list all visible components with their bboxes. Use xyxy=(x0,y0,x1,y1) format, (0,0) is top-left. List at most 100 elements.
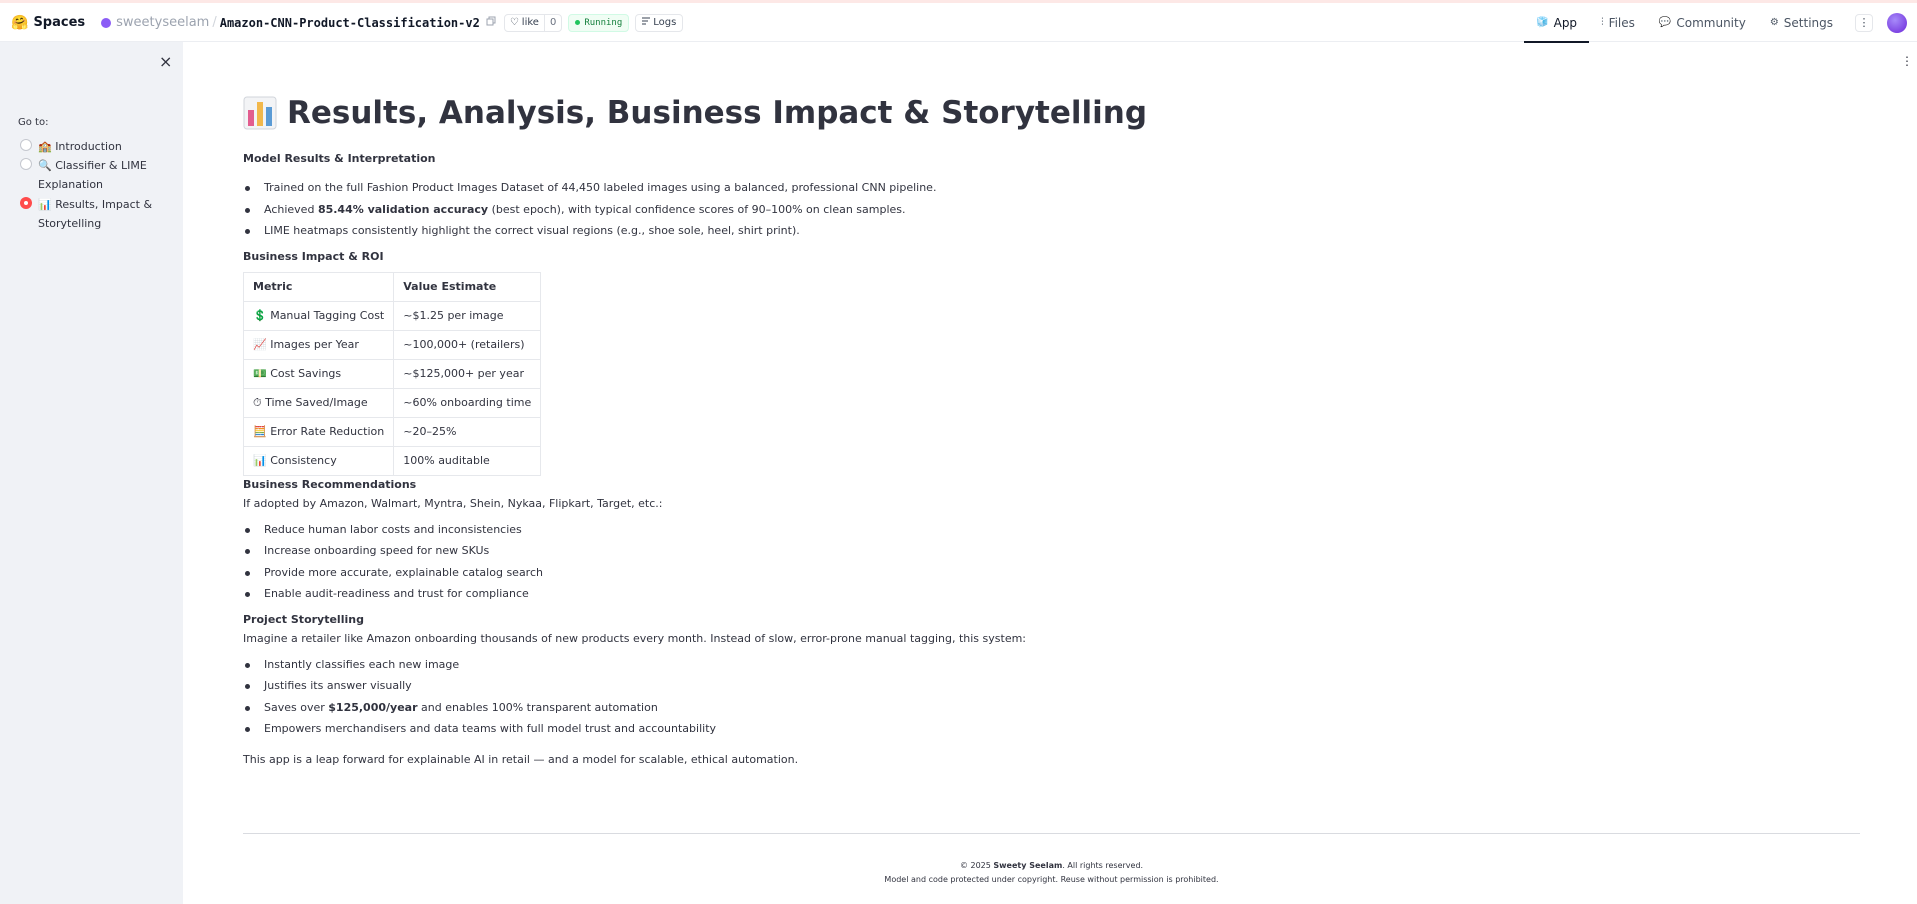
list-item: Justifies its answer visually xyxy=(243,679,1860,701)
spaces-link[interactable]: Spaces xyxy=(33,15,85,30)
table-header-cell: Value Estimate xyxy=(393,271,542,302)
list-item: Instantly classifies each new image xyxy=(243,658,1860,680)
list-item: Provide more accurate, explainable catal… xyxy=(243,566,1860,588)
value-cell: ~20–25% xyxy=(393,416,542,447)
cube-icon: 🧊 xyxy=(1536,17,1549,28)
status-badge[interactable]: Running xyxy=(568,13,630,32)
space-header: 🤗 Spaces sweetyseelam / Amazon-CNN-Produ… xyxy=(0,3,1917,43)
list-item: Increase onboarding speed for new SKUs xyxy=(243,544,1860,566)
recs-list: Reduce human labor costs and inconsisten… xyxy=(243,523,1860,609)
heart-icon: ♡ xyxy=(509,17,519,28)
footer-divider xyxy=(243,833,1860,834)
close-sidebar-icon[interactable]: × xyxy=(159,52,172,71)
table-header-row: Metric Value Estimate xyxy=(242,271,542,302)
space-nav: 🧊 App ⫶ Files 💬 Community ⚙ Settings ⋮ xyxy=(1524,3,1917,43)
logs-button[interactable]: Logs xyxy=(635,13,684,32)
like-count: 0 xyxy=(549,17,557,28)
table-row: 📊 Consistency 100% auditable xyxy=(242,445,542,476)
bar-chart-icon: 📊 xyxy=(253,454,267,467)
value-cell: ~100,000+ (retailers) xyxy=(393,329,542,360)
list-item: Reduce human labor costs and inconsisten… xyxy=(243,523,1860,545)
recs-heading: Business Recommendations xyxy=(243,477,417,491)
table-header-cell: Metric xyxy=(242,271,395,302)
value-cell: 100% auditable xyxy=(393,445,542,476)
sidebar: × Go to: 🏫 Introduction 🔍 Classifier & L… xyxy=(0,42,183,904)
files-icon: ⫶ xyxy=(1601,17,1604,28)
table-row: 💵 Cost Savings ~$125,000+ per year xyxy=(242,358,542,389)
tab-app[interactable]: 🧊 App xyxy=(1524,3,1589,43)
like-label: like xyxy=(521,17,539,28)
copy-icon[interactable] xyxy=(486,16,496,29)
story-heading: Project Storytelling xyxy=(243,612,364,626)
tab-app-label: App xyxy=(1553,15,1578,30)
logs-label: Logs xyxy=(653,17,677,28)
table-row: 💲 Manual Tagging Cost ~$1.25 per image xyxy=(242,300,542,331)
results-list: Trained on the full Fashion Product Imag… xyxy=(243,181,1860,246)
hf-logo-icon[interactable]: 🤗 xyxy=(11,15,28,31)
status-label: Running xyxy=(584,17,623,28)
metric-cell: Images per Year xyxy=(270,338,359,351)
table-row: 📈 Images per Year ~100,000+ (retailers) xyxy=(242,329,542,360)
results-heading: Model Results & Interpretation xyxy=(243,152,436,165)
user-avatar[interactable] xyxy=(1887,12,1907,33)
repo-name-link[interactable]: Amazon-CNN-Product-Classification-v2 xyxy=(220,16,480,30)
metric-cell: Cost Savings xyxy=(270,367,342,380)
table-row: ⏱ Time Saved/Image ~60% onboarding time xyxy=(242,387,542,418)
recs-intro: If adopted by Amazon, Walmart, Myntra, S… xyxy=(243,496,663,510)
page-title: Results, Analysis, Business Impact & Sto… xyxy=(243,90,1860,135)
radio-selected-icon xyxy=(20,197,32,209)
dollar-icon: 💲 xyxy=(253,309,267,322)
tab-community[interactable]: 💬 Community xyxy=(1647,3,1758,42)
footer-notice: Model and code protected under copyright… xyxy=(884,875,1219,884)
page-title-text: Results, Analysis, Business Impact & Sto… xyxy=(287,94,1148,131)
like-button[interactable]: ♡ like 0 xyxy=(503,13,563,32)
goto-label: Go to: xyxy=(18,117,49,128)
roi-table: Metric Value Estimate 💲 Manual Tagging C… xyxy=(242,271,542,476)
stopwatch-icon: ⏱ xyxy=(253,395,262,409)
owner-link[interactable]: sweetyseelam xyxy=(116,15,209,30)
chart-up-icon: 📈 xyxy=(253,338,267,351)
value-cell: ~$1.25 per image xyxy=(393,300,542,331)
roi-heading: Business Impact & ROI xyxy=(243,249,384,263)
tab-settings[interactable]: ⚙ Settings xyxy=(1758,3,1845,42)
radio-circle-icon xyxy=(20,139,32,151)
metric-cell: Consistency xyxy=(270,454,337,467)
list-item: LIME heatmaps consistently highlight the… xyxy=(243,224,1860,246)
metric-cell: Error Rate Reduction xyxy=(270,425,385,438)
closing-text: This app is a leap forward for explainab… xyxy=(243,752,799,766)
tab-settings-label: Settings xyxy=(1783,15,1833,30)
value-cell: ~60% onboarding time xyxy=(393,387,542,418)
community-icon: 💬 xyxy=(1658,17,1672,28)
radio-circle-icon xyxy=(20,158,32,170)
tab-files-label: Files xyxy=(1608,15,1635,30)
list-item: Saves over $125,000/year and enables 100… xyxy=(243,701,1860,723)
metric-cell: Time Saved/Image xyxy=(265,395,368,409)
money-icon: 💵 xyxy=(253,367,267,380)
abacus-icon: 🧮 xyxy=(253,425,267,438)
main-content: Results, Analysis, Business Impact & Sto… xyxy=(242,90,1860,766)
status-dot-icon xyxy=(575,20,581,25)
nav-radio-label: 🔍 Classifier & LIME Explanation xyxy=(38,159,147,191)
more-options-button[interactable]: ⋮ xyxy=(1855,13,1873,32)
logs-icon xyxy=(642,17,651,28)
bar-chart-icon xyxy=(243,96,277,130)
tab-files[interactable]: ⫶ Files xyxy=(1589,3,1647,42)
tab-community-label: Community xyxy=(1676,15,1746,30)
metric-cell: Manual Tagging Cost xyxy=(270,309,385,322)
main-menu-button[interactable]: ⋮ xyxy=(1901,54,1913,68)
value-cell: ~$125,000+ per year xyxy=(393,358,542,389)
owner-avatar-icon xyxy=(101,17,112,28)
nav-radio-label: 📊 Results, Impact & Storytelling xyxy=(38,198,153,230)
story-list: Instantly classifies each new image Just… xyxy=(243,658,1860,744)
gear-icon: ⚙ xyxy=(1769,17,1779,28)
table-row: 🧮 Error Rate Reduction ~20–25% xyxy=(242,416,542,447)
list-item: Trained on the full Fashion Product Imag… xyxy=(243,181,1860,203)
list-item: Empowers merchandisers and data teams wi… xyxy=(243,722,1860,744)
story-intro: Imagine a retailer like Amazon onboardin… xyxy=(243,631,1027,645)
nav-radio-label: 🏫 Introduction xyxy=(38,140,122,153)
footer-copyright: © 2025 Sweety Seelam. All rights reserve… xyxy=(959,861,1144,870)
header-left: 🤗 Spaces sweetyseelam / Amazon-CNN-Produ… xyxy=(11,3,684,42)
list-item: Enable audit-readiness and trust for com… xyxy=(243,587,1860,609)
path-separator: / xyxy=(212,15,217,30)
list-item: Achieved 85.44% validation accuracy (bes… xyxy=(243,203,1860,225)
